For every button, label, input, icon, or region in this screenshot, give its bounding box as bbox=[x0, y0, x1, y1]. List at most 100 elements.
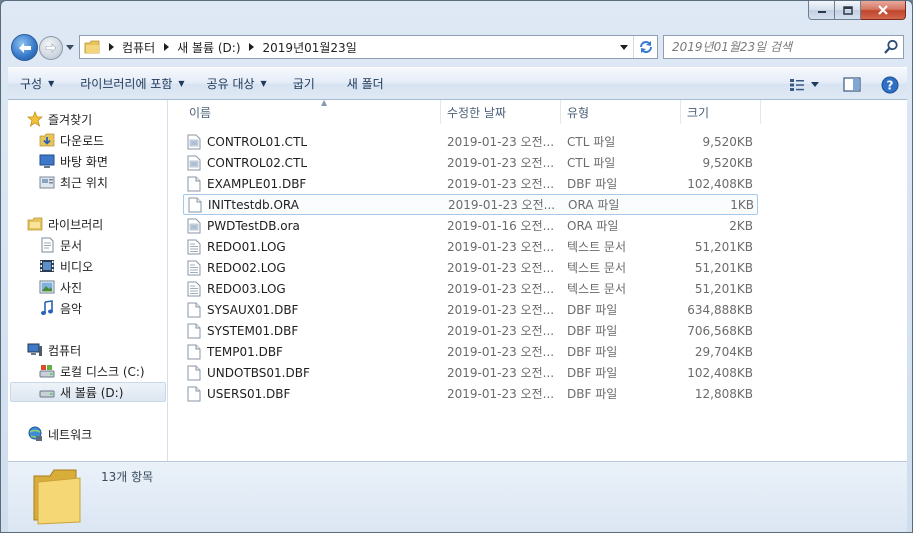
nav-new-volume[interactable]: 새 볼륨 (D:) bbox=[10, 382, 166, 402]
file-row[interactable]: REDO03.LOG 2019-01-23 오전... 텍스트 문서 51,201KB bbox=[183, 278, 758, 299]
file-row[interactable]: REDO01.LOG 2019-01-23 오전... 텍스트 문서 51,201KB bbox=[183, 236, 758, 257]
config-file-icon bbox=[187, 134, 201, 150]
text-file-icon bbox=[187, 281, 201, 297]
breadcrumb-separator-icon[interactable] bbox=[104, 36, 118, 58]
close-icon bbox=[878, 5, 888, 15]
address-dropdown[interactable] bbox=[617, 36, 631, 58]
file-row[interactable]: TEMP01.DBF 2019-01-23 오전... DBF 파일 29,704KB bbox=[183, 341, 758, 362]
nav-favorites[interactable]: 즐겨찾기 bbox=[27, 109, 167, 129]
file-size: 51,201KB bbox=[694, 281, 753, 296]
nav-pictures[interactable]: 사진 bbox=[39, 277, 167, 297]
file-row[interactable]: REDO02.LOG 2019-01-23 오전... 텍스트 문서 51,201KB bbox=[183, 257, 758, 278]
command-bar: 구성 ▼ 라이브러리에 포함 ▼ 공유 대상 ▼ 굽기 새 폴더 ? bbox=[8, 67, 907, 100]
preview-pane-icon bbox=[843, 77, 861, 92]
file-type: ORA 파일 bbox=[568, 198, 620, 212]
preview-pane-button[interactable] bbox=[843, 77, 861, 92]
blank-file-icon bbox=[187, 176, 201, 192]
nav-libraries[interactable]: 라이브러리 bbox=[27, 214, 167, 234]
recent-places-icon bbox=[39, 174, 55, 190]
folder-icon bbox=[80, 36, 104, 58]
file-row[interactable]: EXAMPLE01.DBF 2019-01-23 오전... DBF 파일 102,4… bbox=[183, 173, 758, 194]
file-size: 12,808KB bbox=[694, 386, 753, 401]
file-size: 9,520KB bbox=[702, 155, 753, 170]
column-header-name[interactable]: ▲ 이름 bbox=[183, 100, 441, 124]
address-row: 컴퓨터 새 볼륨 (D:) 2019년01월23일 bbox=[1, 29, 912, 65]
nav-documents[interactable]: 문서 bbox=[39, 235, 167, 255]
include-library-button[interactable]: 라이브러리에 포함 ▼ bbox=[71, 71, 193, 97]
file-date: 2019-01-16 오전... bbox=[447, 219, 555, 233]
nav-desktop[interactable]: 바탕 화면 bbox=[39, 151, 167, 171]
file-row[interactable]: INITtestdb.ORA 2019-01-23 오전... ORA 파일 1KB bbox=[183, 194, 758, 215]
nav-music[interactable]: 음악 bbox=[39, 298, 167, 318]
address-bar[interactable]: 컴퓨터 새 볼륨 (D:) 2019년01월23일 bbox=[79, 35, 658, 59]
search-box[interactable] bbox=[663, 35, 904, 59]
item-count: 13개 항목 bbox=[101, 470, 154, 484]
nav-computer-label: 컴퓨터 bbox=[48, 343, 82, 358]
file-row[interactable]: USERS01.DBF 2019-01-23 오전... DBF 파일 12,808K… bbox=[183, 383, 758, 404]
nav-downloads[interactable]: 다운로드 bbox=[39, 130, 167, 150]
refresh-button[interactable] bbox=[633, 36, 657, 58]
file-row[interactable]: UNDOTBS01.DBF 2019-01-23 오전... DBF 파일 102,4… bbox=[183, 362, 758, 383]
burn-button[interactable]: 굽기 bbox=[284, 71, 324, 97]
file-type: ORA 파일 bbox=[567, 219, 619, 233]
breadcrumb-separator-icon[interactable] bbox=[245, 36, 259, 58]
nav-network[interactable]: 네트워크 bbox=[27, 424, 167, 444]
nav-network-label: 네트워크 bbox=[48, 427, 93, 442]
nav-computer[interactable]: 컴퓨터 bbox=[27, 340, 167, 360]
breadcrumb-volume[interactable]: 새 볼륨 (D:) bbox=[173, 36, 244, 58]
file-size: 1KB bbox=[730, 197, 754, 212]
breadcrumb-computer[interactable]: 컴퓨터 bbox=[118, 36, 159, 58]
column-header-size-label: 크기 bbox=[687, 105, 710, 120]
nav-new-volume-label: 새 볼륨 (D:) bbox=[60, 385, 124, 400]
file-date: 2019-01-23 오전... bbox=[448, 198, 556, 212]
search-input[interactable] bbox=[672, 40, 882, 54]
blank-file-icon bbox=[187, 344, 201, 360]
column-header-type-label: 유형 bbox=[567, 105, 590, 120]
config-file-icon bbox=[187, 218, 201, 234]
file-row[interactable]: PWDTestDB.ora 2019-01-16 오전... ORA 파일 2KB bbox=[183, 215, 758, 236]
change-view-button[interactable] bbox=[789, 78, 819, 92]
nav-local-disk[interactable]: 로컬 디스크 (C:) bbox=[39, 361, 167, 381]
file-row[interactable]: CONTROL02.CTL 2019-01-23 오전... CTL 파일 9,520… bbox=[183, 152, 758, 173]
new-folder-button[interactable]: 새 폴더 bbox=[338, 71, 393, 97]
maximize-button[interactable] bbox=[835, 1, 861, 20]
help-button[interactable]: ? bbox=[881, 76, 899, 94]
forward-button[interactable] bbox=[39, 36, 63, 60]
view-list-icon bbox=[790, 78, 804, 91]
file-row[interactable]: SYSTEM01.DBF 2019-01-23 오전... DBF 파일 706,56… bbox=[183, 320, 758, 341]
close-button[interactable] bbox=[861, 1, 906, 20]
file-name-cell: REDO03.LOG bbox=[187, 278, 437, 299]
column-header-date[interactable]: 수정한 날짜 bbox=[441, 100, 561, 124]
minimize-button[interactable] bbox=[808, 1, 835, 20]
file-name: SYSAUX01.DBF bbox=[207, 302, 299, 317]
new-folder-label: 새 폴더 bbox=[346, 77, 384, 91]
system-drive-icon bbox=[39, 363, 55, 379]
file-name: REDO02.LOG bbox=[207, 260, 286, 275]
nav-music-label: 음악 bbox=[60, 301, 83, 316]
file-size: 102,408KB bbox=[687, 176, 753, 191]
search-icon[interactable] bbox=[883, 39, 899, 55]
file-name-cell: EXAMPLE01.DBF bbox=[187, 173, 437, 194]
svg-text:?: ? bbox=[887, 78, 894, 92]
file-type: DBF 파일 bbox=[567, 345, 618, 359]
file-date: 2019-01-23 오전... bbox=[447, 345, 555, 359]
column-header-type[interactable]: 유형 bbox=[561, 100, 681, 124]
file-name-cell: PWDTestDB.ora bbox=[187, 215, 437, 236]
breadcrumb-current-folder[interactable]: 2019년01월23일 bbox=[259, 36, 361, 58]
nav-videos[interactable]: 비디오 bbox=[39, 256, 167, 276]
organize-button[interactable]: 구성 ▼ bbox=[8, 71, 63, 97]
file-date: 2019-01-23 오전... bbox=[447, 282, 555, 296]
column-header-size[interactable]: 크기 bbox=[681, 100, 761, 124]
back-button[interactable] bbox=[11, 34, 38, 61]
file-row[interactable]: SYSAUX01.DBF 2019-01-23 오전... DBF 파일 634,88… bbox=[183, 299, 758, 320]
file-name: INITtestdb.ORA bbox=[208, 197, 299, 212]
include-library-label: 라이브러리에 포함 bbox=[80, 77, 173, 91]
file-row[interactable]: CONTROL01.CTL 2019-01-23 오전... CTL 파일 9,520… bbox=[183, 131, 758, 152]
recent-pages-dropdown[interactable] bbox=[65, 42, 75, 52]
share-button[interactable]: 공유 대상 ▼ bbox=[198, 71, 276, 97]
breadcrumb-separator-icon[interactable] bbox=[159, 36, 173, 58]
nav-recent[interactable]: 최근 위치 bbox=[39, 172, 167, 192]
desktop-icon bbox=[39, 153, 55, 169]
chevron-down-icon bbox=[811, 82, 819, 87]
star-icon bbox=[27, 111, 43, 127]
